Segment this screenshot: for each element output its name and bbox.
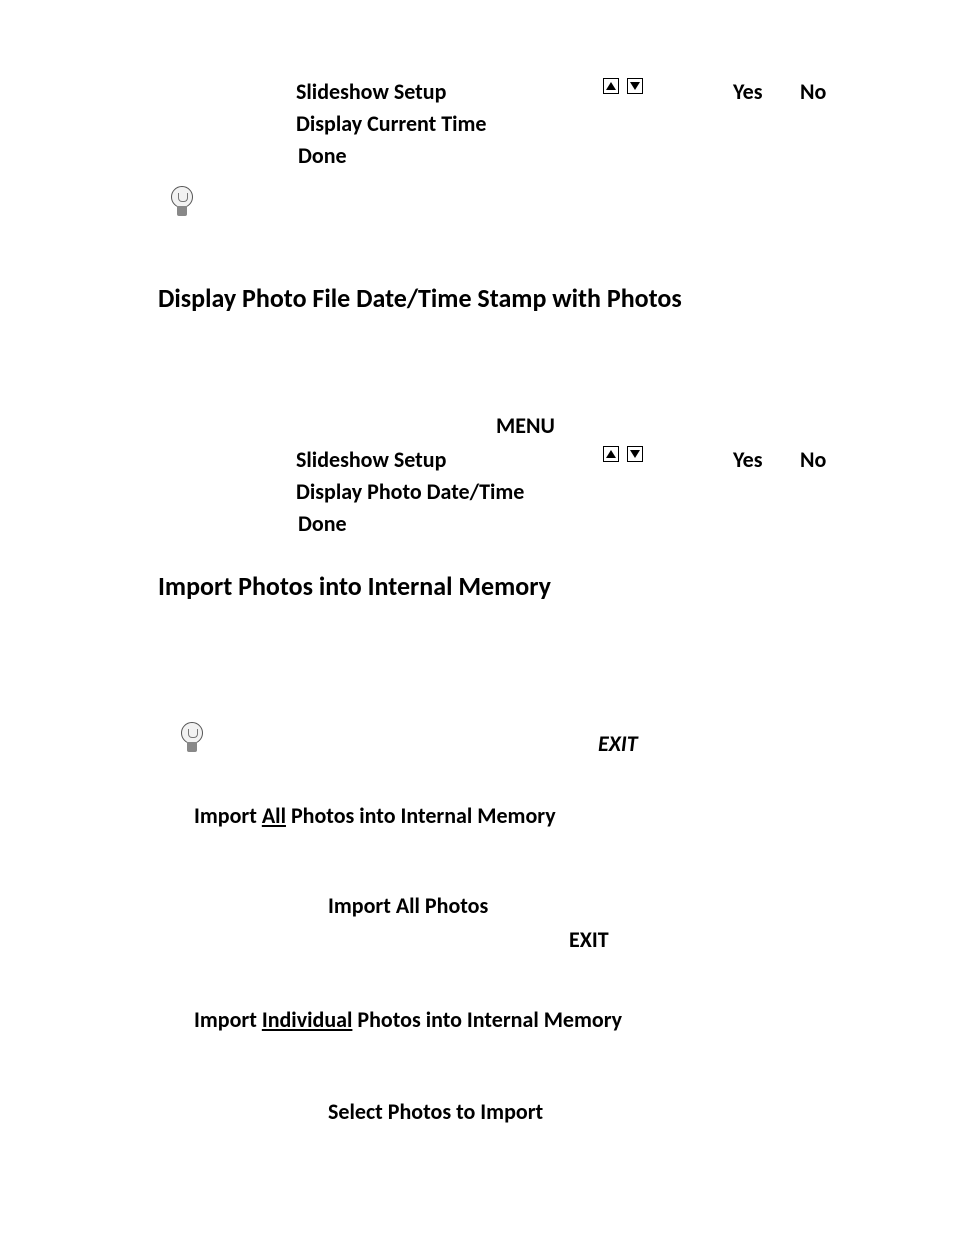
arrow-up-icon	[603, 446, 619, 462]
import-all-suffix: Photos into Internal Memory	[286, 802, 556, 829]
block1-line2: Display Current Time	[296, 108, 487, 140]
block2-slideshow-setup: Slideshow Setup	[296, 444, 446, 476]
block2-no: No	[800, 444, 826, 476]
block2-done: Done	[298, 508, 347, 540]
block1-slideshow-setup: Slideshow Setup	[296, 78, 446, 105]
lightbulb-icon	[170, 186, 194, 218]
block1-done: Done	[298, 140, 347, 172]
exit-bold: EXIT	[569, 924, 609, 956]
arrow-up-icon	[603, 78, 619, 94]
arrow-down-icon	[627, 446, 643, 462]
select-photos-to-import: Select Photos to Import	[328, 1096, 543, 1128]
block1-yes: Yes	[733, 76, 763, 108]
import-all-underlined: All	[262, 802, 286, 829]
heading-display-photo-datetime: Display Photo File Date/Time Stamp with …	[158, 282, 682, 314]
import-all-photos: Import All Photos	[328, 890, 488, 922]
block2-yes: Yes	[733, 444, 763, 476]
block1-no: No	[800, 76, 826, 108]
heading-import-all: Import All Photos into Internal Memory	[194, 800, 556, 832]
heading-import-photos: Import Photos into Internal Memory	[158, 570, 551, 602]
heading-import-individual: Import Individual Photos into Internal M…	[194, 1004, 622, 1036]
import-individual-suffix: Photos into Internal Memory	[352, 1006, 622, 1033]
menu-label: MENU	[496, 410, 555, 442]
exit-italic: EXIT	[598, 728, 638, 760]
import-individual-prefix: Import	[194, 1006, 262, 1033]
import-all-prefix: Import	[194, 802, 262, 829]
arrow-down-icon	[627, 78, 643, 94]
block2-line2: Display Photo Date/Time	[296, 476, 524, 508]
import-individual-underlined: Individual	[262, 1006, 353, 1033]
lightbulb-icon	[180, 722, 204, 754]
arrows-1	[601, 78, 645, 99]
arrows-2	[601, 446, 645, 467]
